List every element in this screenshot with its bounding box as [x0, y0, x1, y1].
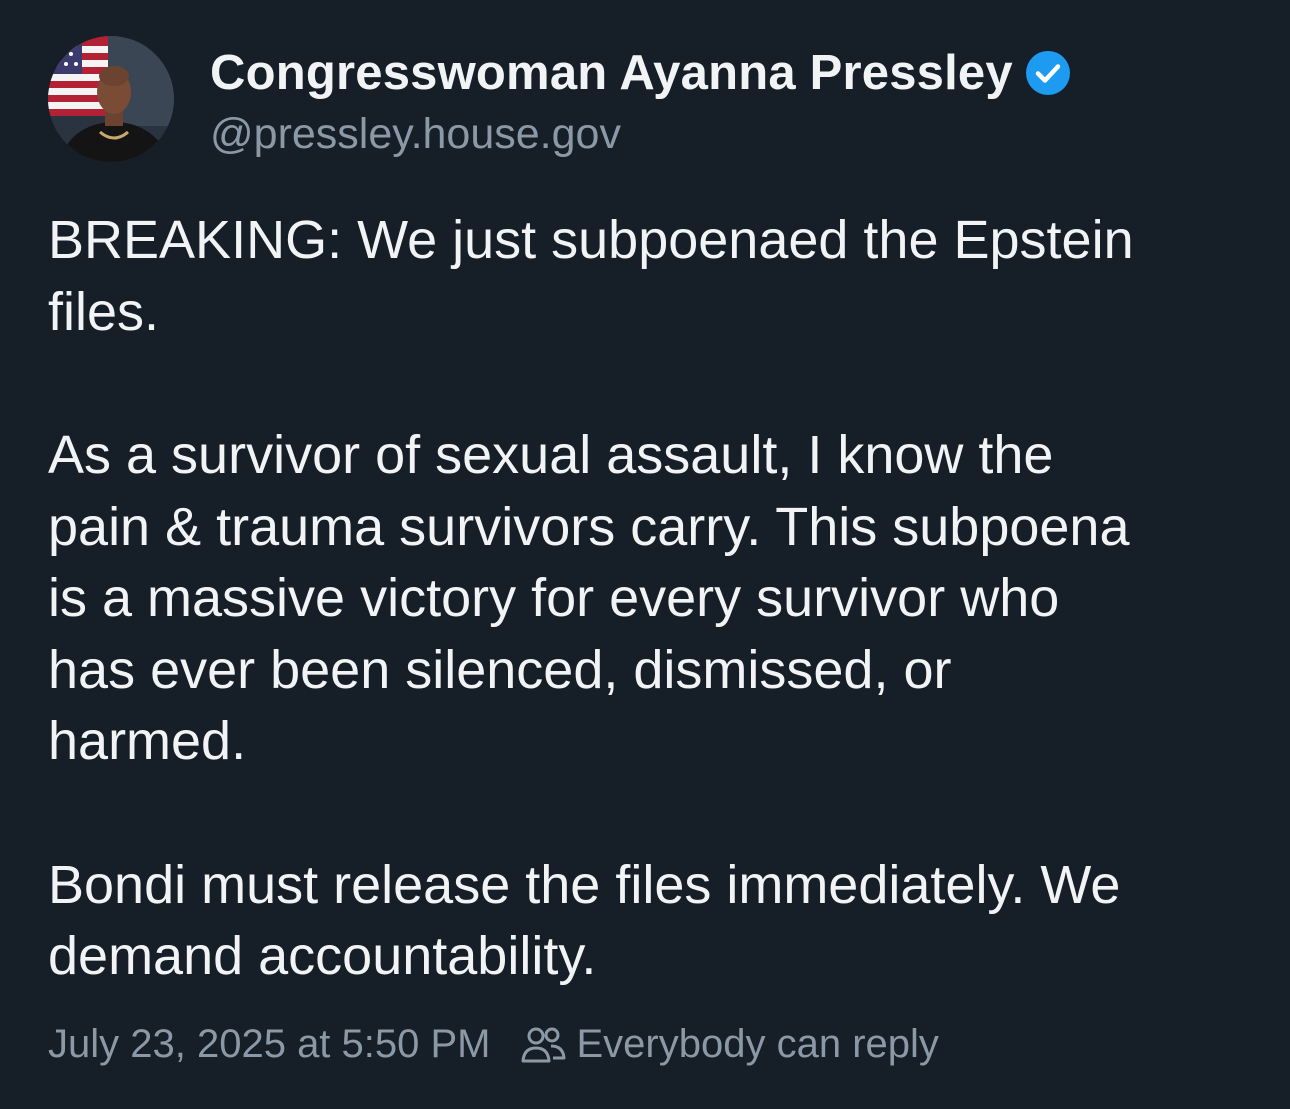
- post-timestamp[interactable]: July 23, 2025 at 5:50 PM: [48, 1022, 491, 1067]
- avatar-photo: [48, 36, 174, 162]
- people-icon: [521, 1025, 567, 1065]
- author-handle[interactable]: @pressley.house.gov: [210, 110, 1071, 159]
- reply-setting[interactable]: Everybody can reply: [577, 1022, 939, 1067]
- post-paragraph-3: Bondi must release the files immediately…: [48, 854, 1121, 987]
- display-name[interactable]: Congresswoman Ayanna Pressley: [210, 45, 1013, 101]
- post-text: BREAKING: We just subpoenaed the Epstein…: [48, 205, 1248, 993]
- display-name-row: Congresswoman Ayanna Pressley: [210, 44, 1071, 102]
- post-paragraph-2: As a survivor of sexual assault, I know …: [48, 425, 1130, 771]
- avatar[interactable]: [48, 36, 174, 162]
- post-header: Congresswoman Ayanna Pressley @pressley.…: [48, 36, 1071, 162]
- verified-badge-icon: [1025, 50, 1071, 96]
- post-footer: July 23, 2025 at 5:50 PM Everybody can r…: [48, 1022, 939, 1067]
- post-paragraph-1: BREAKING: We just subpoenaed the Epstein…: [48, 210, 1134, 342]
- post-card: Congresswoman Ayanna Pressley @pressley.…: [0, 0, 1290, 1109]
- author-names: Congresswoman Ayanna Pressley @pressley.…: [210, 44, 1071, 159]
